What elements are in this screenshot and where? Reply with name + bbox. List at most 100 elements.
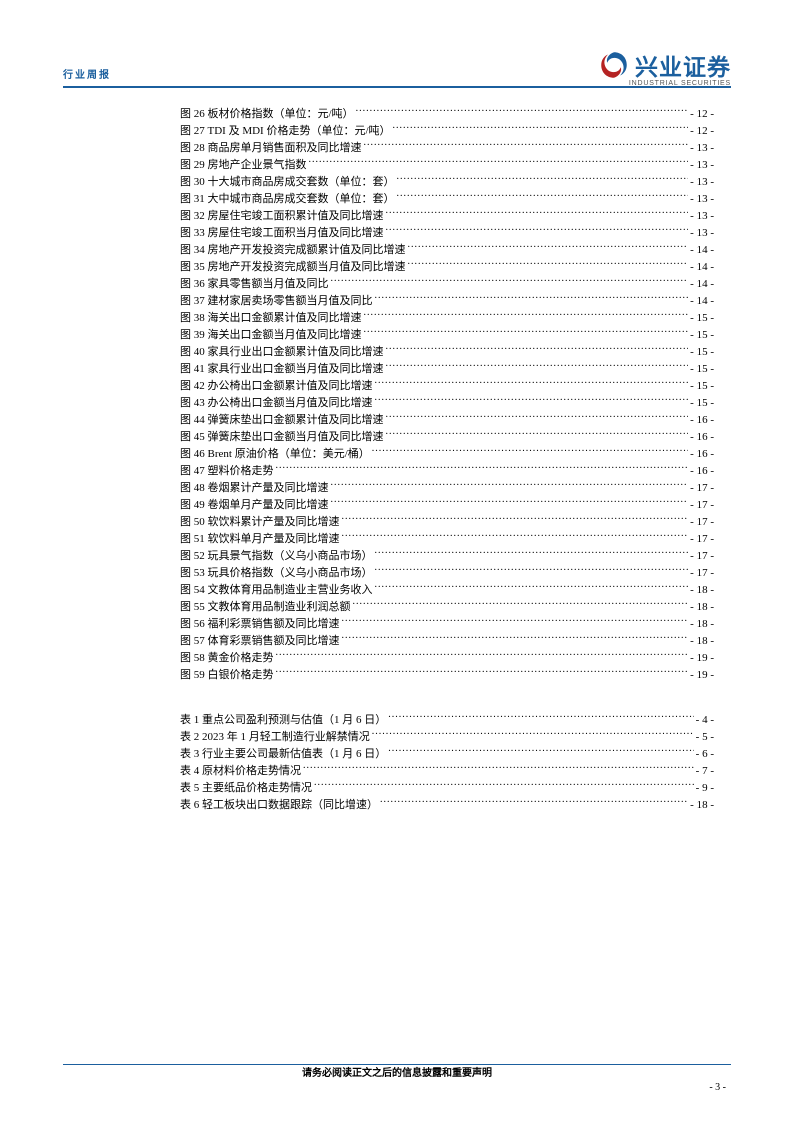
figure-label: 图 58 黄金价格走势 (180, 650, 274, 667)
tables-list: 表 1 重点公司盈利预测与估值（1 月 6 日）- 4 -表 2 2023 年 … (180, 712, 714, 814)
table-entry: 表 6 轻工板块出口数据跟踪（同比增速） - 18 - (180, 797, 714, 814)
figure-label: 图 43 办公椅出口金额当月值及同比增速 (180, 395, 373, 412)
table-entry: 表 1 重点公司盈利预测与估值（1 月 6 日）- 4 - (180, 712, 714, 729)
figure-page: - 17 - (690, 480, 714, 497)
figure-entry: 图 36 家具零售额当月值及同比- 14 - (180, 276, 714, 293)
figure-page: - 14 - (690, 242, 714, 259)
figure-page: - 17 - (690, 497, 714, 514)
figures-list: 图 26 板材价格指数（单位：元/吨）- 12 -图 27 TDI 及 MDI … (180, 106, 714, 684)
toc-leader (331, 480, 689, 491)
figure-label: 图 51 软饮料单月产量及同比增速 (180, 531, 340, 548)
figure-label: 图 47 塑料价格走势 (180, 463, 274, 480)
top-border (63, 86, 731, 88)
toc-leader (372, 446, 688, 457)
figure-page: - 15 - (690, 310, 714, 327)
table-label: 表 6 轻工板块出口数据跟踪（同比增速） (180, 797, 378, 814)
figure-label: 图 45 弹簧床垫出口金额当月值及同比增速 (180, 429, 384, 446)
figure-label: 图 56 福利彩票销售额及同比增速 (180, 616, 340, 633)
toc-leader (314, 780, 694, 791)
figure-page: - 17 - (690, 565, 714, 582)
table-label: 表 2 2023 年 1 月轻工制造行业解禁情况 (180, 729, 370, 746)
figure-page: - 15 - (690, 378, 714, 395)
table-entry: 表 2 2023 年 1 月轻工制造行业解禁情况 - 5 - (180, 729, 714, 746)
figure-page: - 13 - (690, 157, 714, 174)
figure-page: - 17 - (690, 531, 714, 548)
figure-page: - 16 - (690, 429, 714, 446)
figure-entry: 图 51 软饮料单月产量及同比增速 - 17 - (180, 531, 714, 548)
figure-label: 图 49 卷烟单月产量及同比增速 (180, 497, 329, 514)
toc-leader (364, 327, 689, 338)
figure-page: - 14 - (690, 276, 714, 293)
figure-label: 图 50 软饮料累计产量及同比增速 (180, 514, 340, 531)
figure-page: - 12 - (690, 123, 714, 140)
figure-entry: 图 56 福利彩票销售额及同比增速 - 18 - (180, 616, 714, 633)
figure-page: - 18 - (690, 616, 714, 633)
table-page: - 18 - (690, 797, 714, 814)
toc-leader (364, 310, 689, 321)
figure-label: 图 42 办公椅出口金额累计值及同比增速 (180, 378, 373, 395)
figure-label: 图 26 板材价格指数（单位：元/吨） (180, 106, 354, 123)
toc-content: 图 26 板材价格指数（单位：元/吨）- 12 -图 27 TDI 及 MDI … (180, 106, 714, 814)
table-page: - 5 - (696, 729, 714, 746)
toc-leader (388, 746, 693, 757)
table-label: 表 5 主要纸品价格走势情况 (180, 780, 312, 797)
figure-page: - 14 - (690, 259, 714, 276)
figure-entry: 图 49 卷烟单月产量及同比增速 - 17 - (180, 497, 714, 514)
table-page: - 4 - (696, 712, 714, 729)
figure-label: 图 32 房屋住宅竣工面积累计值及同比增速 (180, 208, 384, 225)
toc-leader (397, 191, 689, 202)
figure-entry: 图 48 卷烟累计产量及同比增速 - 17 - (180, 480, 714, 497)
figure-entry: 图 47 塑料价格走势- 16 - (180, 463, 714, 480)
figure-page: - 17 - (690, 548, 714, 565)
figure-label: 图 33 房屋住宅竣工面积当月值及同比增速 (180, 225, 384, 242)
figure-entry: 图 41 家具行业出口金额当月值及同比增速- 15 - (180, 361, 714, 378)
figure-label: 图 59 白银价格走势 (180, 667, 274, 684)
figure-page: - 16 - (690, 446, 714, 463)
page-number: - 3 - (709, 1082, 726, 1093)
toc-leader (353, 599, 689, 610)
toc-leader (331, 276, 689, 287)
toc-leader (375, 293, 689, 304)
figure-entry: 图 26 板材价格指数（单位：元/吨）- 12 - (180, 106, 714, 123)
figure-entry: 图 40 家具行业出口金额累计值及同比增速- 15 - (180, 344, 714, 361)
table-entry: 表 3 行业主要公司最新估值表（1 月 6 日）- 6 - (180, 746, 714, 763)
figure-entry: 图 27 TDI 及 MDI 价格走势（单位：元/吨）- 12 - (180, 123, 714, 140)
toc-leader (386, 225, 689, 236)
figure-entry: 图 59 白银价格走势- 19 - (180, 667, 714, 684)
figure-entry: 图 32 房屋住宅竣工面积累计值及同比增速 - 13 - (180, 208, 714, 225)
figure-label: 图 37 建材家居卖场零售额当月值及同比 (180, 293, 373, 310)
figure-page: - 13 - (690, 208, 714, 225)
toc-leader (386, 344, 689, 355)
toc-leader (375, 565, 689, 576)
figure-label: 图 46 Brent 原油价格（单位：美元/桶） (180, 446, 370, 463)
toc-leader (386, 208, 689, 219)
figure-page: - 18 - (690, 582, 714, 599)
figure-page: - 13 - (690, 225, 714, 242)
figure-entry: 图 33 房屋住宅竣工面积当月值及同比增速 - 13 - (180, 225, 714, 242)
figure-page: - 15 - (690, 327, 714, 344)
page-container: 行业周报 兴业证券 INDUSTRIAL SECURITIES 图 26 板材价… (0, 0, 794, 1123)
figure-label: 图 44 弹簧床垫出口金额累计值及同比增速 (180, 412, 384, 429)
figure-entry: 图 54 文教体育用品制造业主营业务收入- 18 - (180, 582, 714, 599)
toc-leader (342, 633, 689, 644)
table-entry: 表 5 主要纸品价格走势情况- 9 - (180, 780, 714, 797)
header-label: 行业周报 (63, 66, 111, 81)
figure-entry: 图 45 弹簧床垫出口金额当月值及同比增速 - 16 - (180, 429, 714, 446)
toc-leader (375, 582, 689, 593)
figure-page: - 19 - (690, 650, 714, 667)
figure-page: - 13 - (690, 140, 714, 157)
figure-label: 图 39 海关出口金额当月值及同比增速 (180, 327, 362, 344)
figure-label: 图 34 房地产开发投资完成额累计值及同比增速 (180, 242, 406, 259)
toc-leader (364, 140, 689, 151)
figure-label: 图 48 卷烟累计产量及同比增速 (180, 480, 329, 497)
figure-label: 图 55 文教体育用品制造业利润总额 (180, 599, 351, 616)
figure-label: 图 35 房地产开发投资完成额当月值及同比增速 (180, 259, 406, 276)
figure-page: - 15 - (690, 361, 714, 378)
toc-leader (276, 650, 689, 661)
figure-entry: 图 52 玩具景气指数（义乌小商品市场）- 17 - (180, 548, 714, 565)
figure-page: - 13 - (690, 174, 714, 191)
figure-page: - 18 - (690, 599, 714, 616)
logo-block: 兴业证券 INDUSTRIAL SECURITIES (591, 48, 731, 87)
toc-leader (303, 763, 694, 774)
figure-page: - 17 - (690, 514, 714, 531)
